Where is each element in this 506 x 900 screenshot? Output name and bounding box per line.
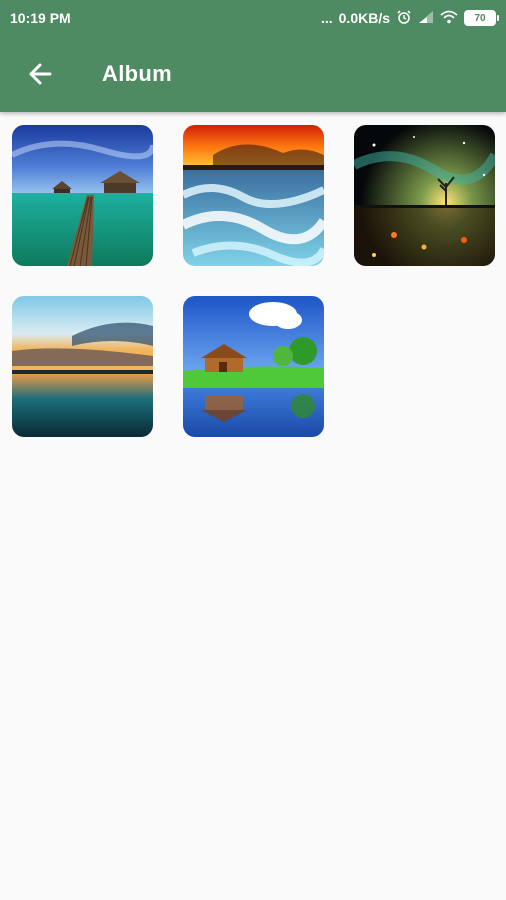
network-speed: 0.0KB/s — [338, 10, 390, 26]
album-image-ocean-sunset-waves[interactable] — [183, 125, 324, 266]
signal-icon — [418, 10, 434, 27]
status-time: 10:19 PM — [10, 10, 71, 26]
status-dots: ... — [320, 10, 333, 26]
toolbar: Album — [0, 36, 506, 112]
album-grid — [12, 125, 495, 437]
album-image-tropical-pier[interactable] — [12, 125, 153, 266]
status-icons: ... 0.0KB/s 70 — [320, 9, 499, 28]
app-bar: 10:19 PM ... 0.0KB/s 70 Album — [0, 0, 506, 112]
alarm-icon — [396, 9, 412, 28]
arrow-back-icon — [29, 63, 52, 85]
battery-icon: 70 — [464, 10, 499, 26]
album-image-galaxy-tree-reflection[interactable] — [354, 125, 495, 266]
album-image-lake-sunset[interactable] — [12, 296, 153, 437]
page-title: Album — [102, 61, 172, 86]
status-bar: 10:19 PM ... 0.0KB/s 70 — [0, 0, 506, 36]
album-image-house-lake-reflection[interactable] — [183, 296, 324, 437]
wifi-icon — [440, 10, 458, 27]
back-button[interactable] — [0, 36, 80, 112]
